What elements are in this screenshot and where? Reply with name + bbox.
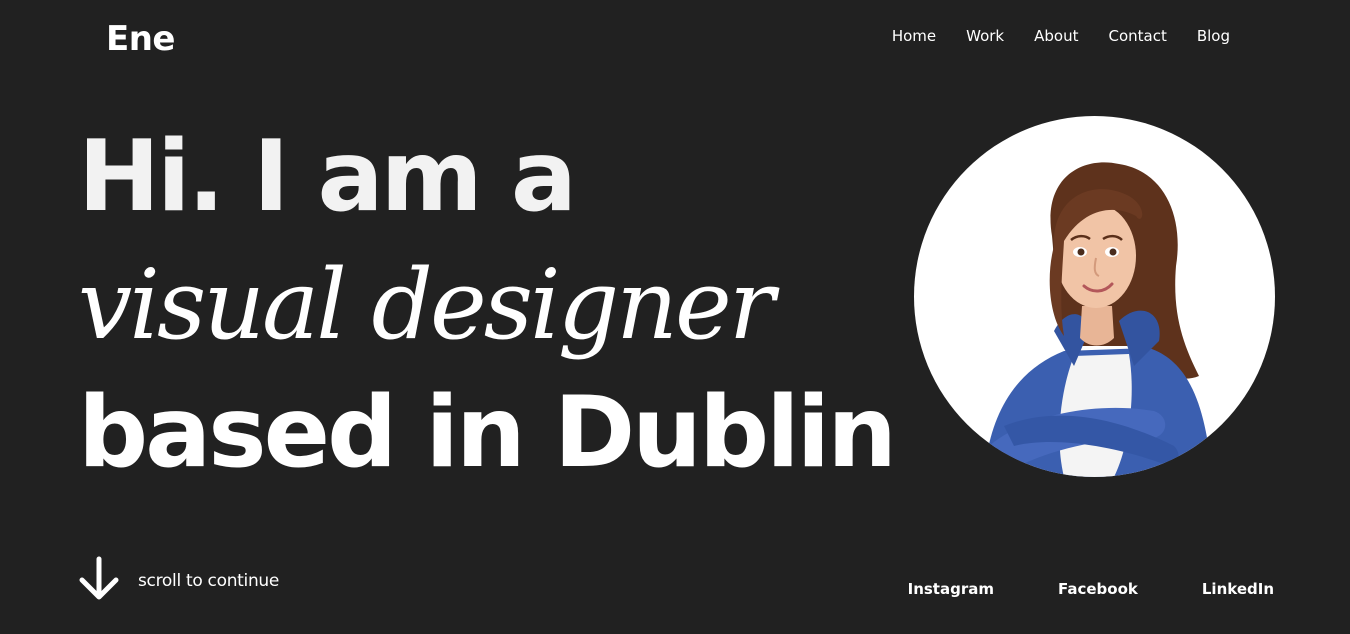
nav-about[interactable]: About <box>1034 26 1078 46</box>
social-instagram[interactable]: Instagram <box>908 580 994 598</box>
nav-home[interactable]: Home <box>892 26 936 46</box>
nav-blog[interactable]: Blog <box>1197 26 1230 46</box>
hero-line-2: visual designer <box>78 249 775 361</box>
main-nav: Home Work About Contact Blog <box>892 26 1230 46</box>
logo[interactable]: Ene <box>106 17 176 61</box>
page: Ene Home Work About Contact Blog Hi. I a… <box>0 0 1350 634</box>
profile-illustration-icon <box>984 162 1212 477</box>
social-linkedin[interactable]: LinkedIn <box>1202 580 1274 598</box>
social-facebook[interactable]: Facebook <box>1058 580 1138 598</box>
nav-contact[interactable]: Contact <box>1108 26 1166 46</box>
scroll-label: scroll to continue <box>138 571 280 591</box>
arrow-down-icon <box>78 556 120 602</box>
scroll-to-continue[interactable]: scroll to continue <box>78 556 279 602</box>
hero-line-3: based in Dublin <box>78 376 897 490</box>
nav-work[interactable]: Work <box>966 26 1004 46</box>
hero-heading: Hi. I am a visual designer based in Dubl… <box>78 118 897 492</box>
profile-avatar <box>914 116 1275 477</box>
hero-line-1: Hi. I am a <box>78 120 577 234</box>
social-links: Instagram Facebook LinkedIn <box>908 580 1274 598</box>
